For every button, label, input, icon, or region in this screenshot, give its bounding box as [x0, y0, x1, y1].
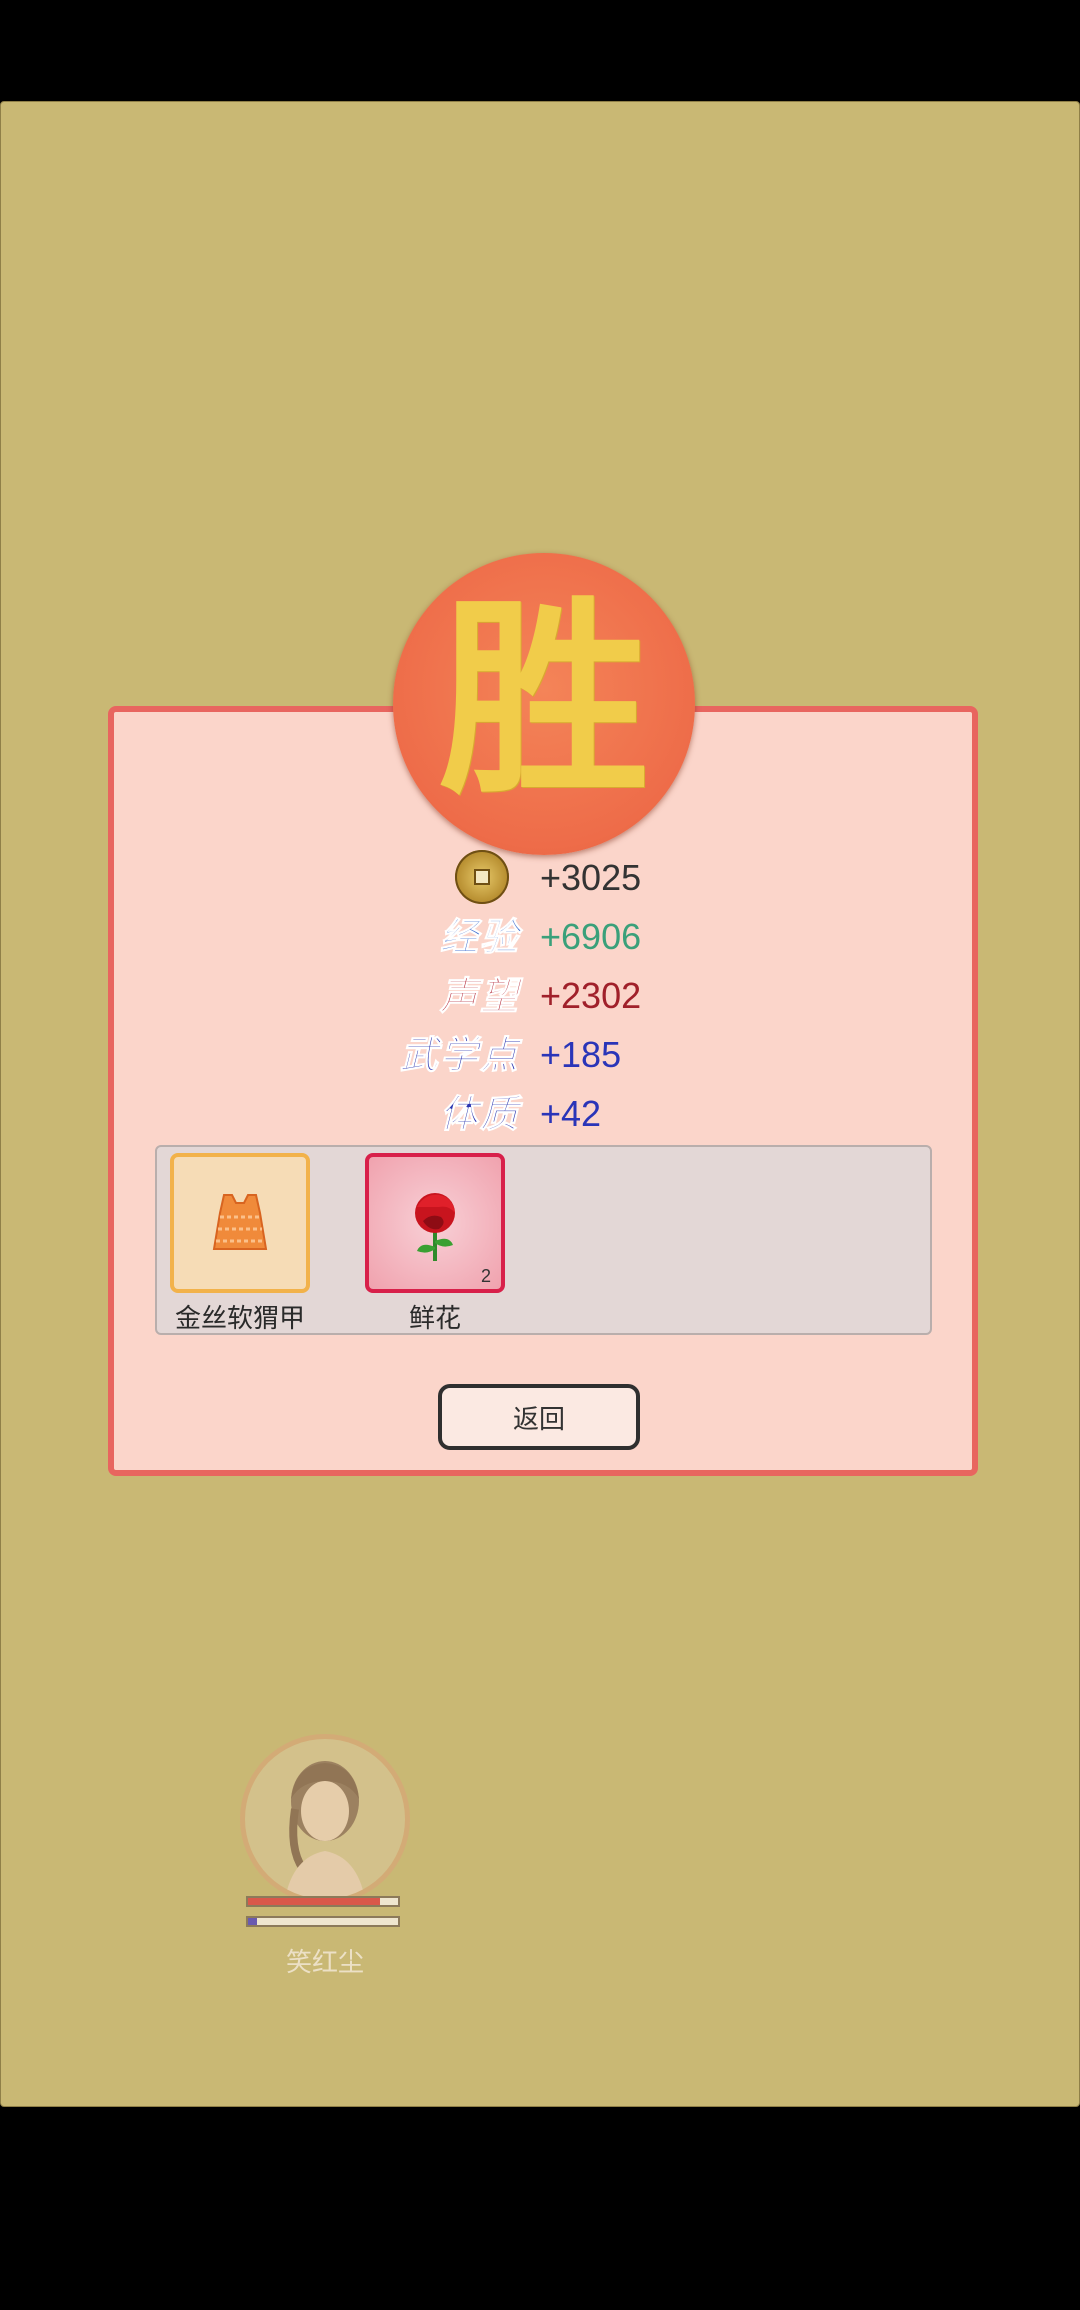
player-portrait-icon: [285, 1761, 365, 1899]
victory-text: 胜: [438, 576, 649, 823]
item-count-flower: 2: [480, 1266, 491, 1286]
reward-row-constitution: 体质 +42: [0, 1089, 1080, 1139]
game-screen: 胜 +3025 经验 +6906 声望 +2302 武学点 +185 体质 +4…: [0, 0, 1080, 2310]
item-slot-flower[interactable]: 2: [365, 1153, 505, 1293]
player-avatar[interactable]: [240, 1734, 410, 1904]
reward-row-coins: +3025: [0, 850, 1080, 904]
reward-experience-label: 经验: [439, 914, 520, 960]
reward-row-martial-points: 武学点 +185: [0, 1030, 1080, 1080]
player-mp-fill: [248, 1918, 257, 1925]
victory-badge: 胜: [393, 553, 695, 855]
reward-experience-value: +6906: [540, 916, 642, 957]
back-button[interactable]: 返回: [438, 1384, 640, 1450]
reward-martial-points-value: +185: [540, 1034, 622, 1075]
player-hp-bar: [246, 1896, 400, 1907]
reward-martial-points-label: 武学点: [399, 1032, 520, 1078]
item-name-flower: 鲜花: [408, 1304, 461, 1334]
reward-row-reputation: 声望 +2302: [0, 971, 1080, 1021]
reward-coins-value: +3025: [540, 857, 642, 898]
item-slot-golden-vest[interactable]: [170, 1153, 310, 1293]
player-hp-fill: [248, 1898, 380, 1905]
copper-coin-icon: [455, 850, 509, 904]
item-name-golden-vest: 金丝软猬甲: [174, 1304, 305, 1334]
reward-reputation-value: +2302: [540, 975, 642, 1016]
golden-vest-icon: [212, 1194, 268, 1250]
player-mp-bar: [246, 1916, 400, 1927]
reward-constitution-value: +42: [540, 1093, 602, 1134]
reward-row-experience: 经验 +6906: [0, 912, 1080, 962]
back-button-label: 返回: [512, 1404, 565, 1435]
reward-constitution-label: 体质: [439, 1091, 520, 1137]
player-name: 笑红尘: [285, 1948, 364, 1978]
reward-reputation-label: 声望: [439, 973, 520, 1019]
